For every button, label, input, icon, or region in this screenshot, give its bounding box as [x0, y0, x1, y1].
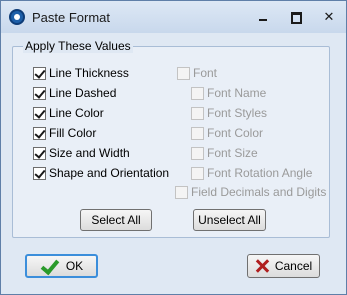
font-styles-checkbox[interactable]	[191, 106, 204, 120]
font-checkbox[interactable]	[177, 66, 190, 80]
font-color-checkbox[interactable]	[191, 126, 204, 140]
field-decimals-label: Field Decimals and Digits	[191, 185, 327, 199]
cancel-label: Cancel	[274, 259, 313, 273]
close-icon: ✕	[323, 9, 335, 24]
line-thickness-checkbox[interactable]	[33, 66, 46, 80]
unselect-all-button[interactable]: Unselect All	[193, 209, 266, 231]
fill-color-label: Fill Color	[49, 126, 97, 140]
cancel-button[interactable]: Cancel	[247, 254, 320, 278]
ok-button[interactable]: OK	[25, 254, 98, 278]
minimize-button[interactable]	[254, 8, 272, 26]
option-line-color[interactable]: Line Color	[33, 105, 104, 121]
option-font-rotation-angle[interactable]: Font Rotation Angle	[191, 165, 312, 181]
maximize-icon	[291, 12, 302, 24]
ok-label: OK	[65, 259, 84, 273]
font-name-checkbox[interactable]	[191, 86, 204, 100]
window-title: Paste Format	[32, 10, 111, 25]
font-rotation-angle-label: Font Rotation Angle	[207, 166, 313, 180]
option-font[interactable]: Font	[177, 65, 217, 81]
shape-and-orientation-checkbox[interactable]	[33, 166, 46, 180]
option-font-size[interactable]: Font Size	[191, 145, 258, 161]
option-font-name[interactable]: Font Name	[191, 85, 266, 101]
font-styles-label: Font Styles	[207, 106, 268, 120]
select-all-button[interactable]: Select All	[80, 209, 152, 231]
option-font-color[interactable]: Font Color	[191, 125, 263, 141]
group-label: Apply These Values	[23, 39, 133, 53]
fill-color-checkbox[interactable]	[33, 126, 46, 140]
line-color-label: Line Color	[49, 106, 104, 120]
close-button[interactable]: ✕	[320, 8, 338, 26]
title-bar: Paste Format ✕	[1, 1, 346, 33]
font-size-checkbox[interactable]	[191, 146, 204, 160]
option-line-thickness[interactable]: Line Thickness	[33, 65, 129, 81]
font-label: Font	[193, 66, 218, 80]
option-shape-and-orientation[interactable]: Shape and Orientation	[33, 165, 169, 181]
option-field-decimals[interactable]: Field Decimals and Digits	[175, 184, 326, 200]
font-color-label: Font Color	[207, 126, 264, 140]
option-font-styles[interactable]: Font Styles	[191, 105, 267, 121]
line-color-checkbox[interactable]	[33, 106, 46, 120]
check-icon	[40, 258, 58, 274]
size-and-width-label: Size and Width	[49, 146, 130, 160]
cancel-x-icon	[255, 259, 269, 273]
line-thickness-label: Line Thickness	[49, 66, 129, 80]
option-fill-color[interactable]: Fill Color	[33, 125, 96, 141]
app-icon	[9, 9, 25, 25]
font-name-label: Font Name	[207, 86, 267, 100]
line-dashed-checkbox[interactable]	[33, 86, 46, 100]
option-line-dashed[interactable]: Line Dashed	[33, 85, 116, 101]
line-dashed-label: Line Dashed	[49, 86, 117, 100]
option-size-and-width[interactable]: Size and Width	[33, 145, 130, 161]
shape-and-orientation-label: Shape and Orientation	[49, 166, 170, 180]
size-and-width-checkbox[interactable]	[33, 146, 46, 160]
minimize-icon	[259, 19, 267, 21]
font-rotation-angle-checkbox[interactable]	[191, 166, 204, 180]
maximize-button[interactable]	[287, 8, 305, 26]
field-decimals-checkbox[interactable]	[175, 185, 188, 199]
font-size-label: Font Size	[207, 146, 258, 160]
paste-format-dialog: Paste Format ✕ Apply These Values Line T…	[0, 0, 347, 295]
